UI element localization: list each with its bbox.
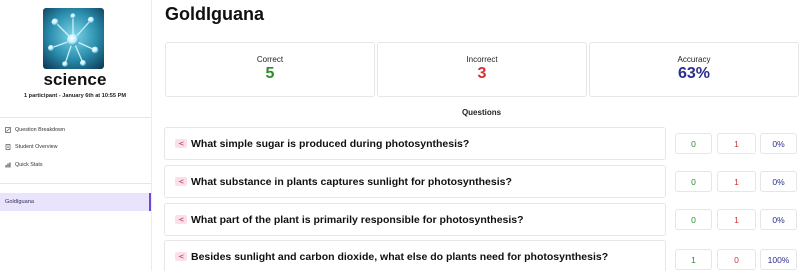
question-text: What part of the plant is primarily resp… <box>191 213 524 226</box>
sidebar-divider <box>0 183 151 184</box>
stat-card-accuracy: Accuracy 63% <box>589 42 799 97</box>
questions-heading: Questions <box>461 108 502 117</box>
sidebar-divider <box>0 117 151 118</box>
question-correct-count: 1 <box>675 249 712 270</box>
question-row[interactable]: What substance in plants captures sunlig… <box>164 165 666 198</box>
question-correct-count: 0 <box>675 209 712 230</box>
nav-label: Student Overview <box>15 144 58 150</box>
question-accuracy: 100% <box>760 249 797 270</box>
sidebar-player-goldiguana[interactable]: GoldIguana <box>0 193 151 211</box>
stat-value: 63% <box>677 65 711 82</box>
question-type-icon <box>175 177 187 186</box>
question-incorrect-count: 1 <box>717 209 756 230</box>
nav-label: Question Breakdown <box>15 127 66 133</box>
stat-label: Incorrect <box>466 55 498 64</box>
set-cover-image <box>43 8 104 69</box>
stat-value: 3 <box>477 65 487 82</box>
stat-card-correct: Correct 5 <box>165 42 375 97</box>
set-title: science <box>43 70 107 89</box>
stat-value: 5 <box>265 65 275 82</box>
nav-student-overview[interactable]: Student Overview <box>5 141 58 153</box>
question-correct-count: 0 <box>675 171 712 192</box>
bar-chart-icon <box>5 162 11 168</box>
question-incorrect-count: 0 <box>717 249 756 270</box>
set-subtitle: 1 participant - January 6th at 10:55 PM <box>24 93 126 99</box>
question-row[interactable]: What simple sugar is produced during pho… <box>164 127 666 160</box>
question-accuracy: 0% <box>760 171 797 192</box>
question-text: Besides sunlight and carbon dioxide, wha… <box>191 250 609 263</box>
question-type-icon <box>175 139 187 148</box>
question-text: What substance in plants captures sunlig… <box>191 175 512 188</box>
stat-card-incorrect: Incorrect 3 <box>377 42 587 97</box>
question-incorrect-count: 1 <box>717 171 756 192</box>
question-type-icon <box>175 215 187 224</box>
page-title: GoldIguana <box>165 4 264 24</box>
edit-icon <box>5 127 11 133</box>
nav-question-breakdown[interactable]: Question Breakdown <box>5 124 65 136</box>
question-correct-count: 0 <box>675 133 712 154</box>
stat-label: Accuracy <box>677 55 711 64</box>
question-accuracy: 0% <box>760 209 797 230</box>
nav-quick-stats[interactable]: Quick Stats <box>5 159 43 171</box>
question-accuracy: 0% <box>760 133 797 154</box>
question-row[interactable]: What part of the plant is primarily resp… <box>164 203 666 236</box>
stat-label: Correct <box>256 55 284 64</box>
question-type-icon <box>175 252 187 261</box>
nav-label: Quick Stats <box>15 162 43 168</box>
sidebar: science 1 participant - January 6th at 1… <box>0 0 152 271</box>
document-icon <box>5 144 11 150</box>
question-row[interactable]: Besides sunlight and carbon dioxide, wha… <box>164 240 666 271</box>
question-text: What simple sugar is produced during pho… <box>191 137 470 150</box>
question-incorrect-count: 1 <box>717 133 756 154</box>
